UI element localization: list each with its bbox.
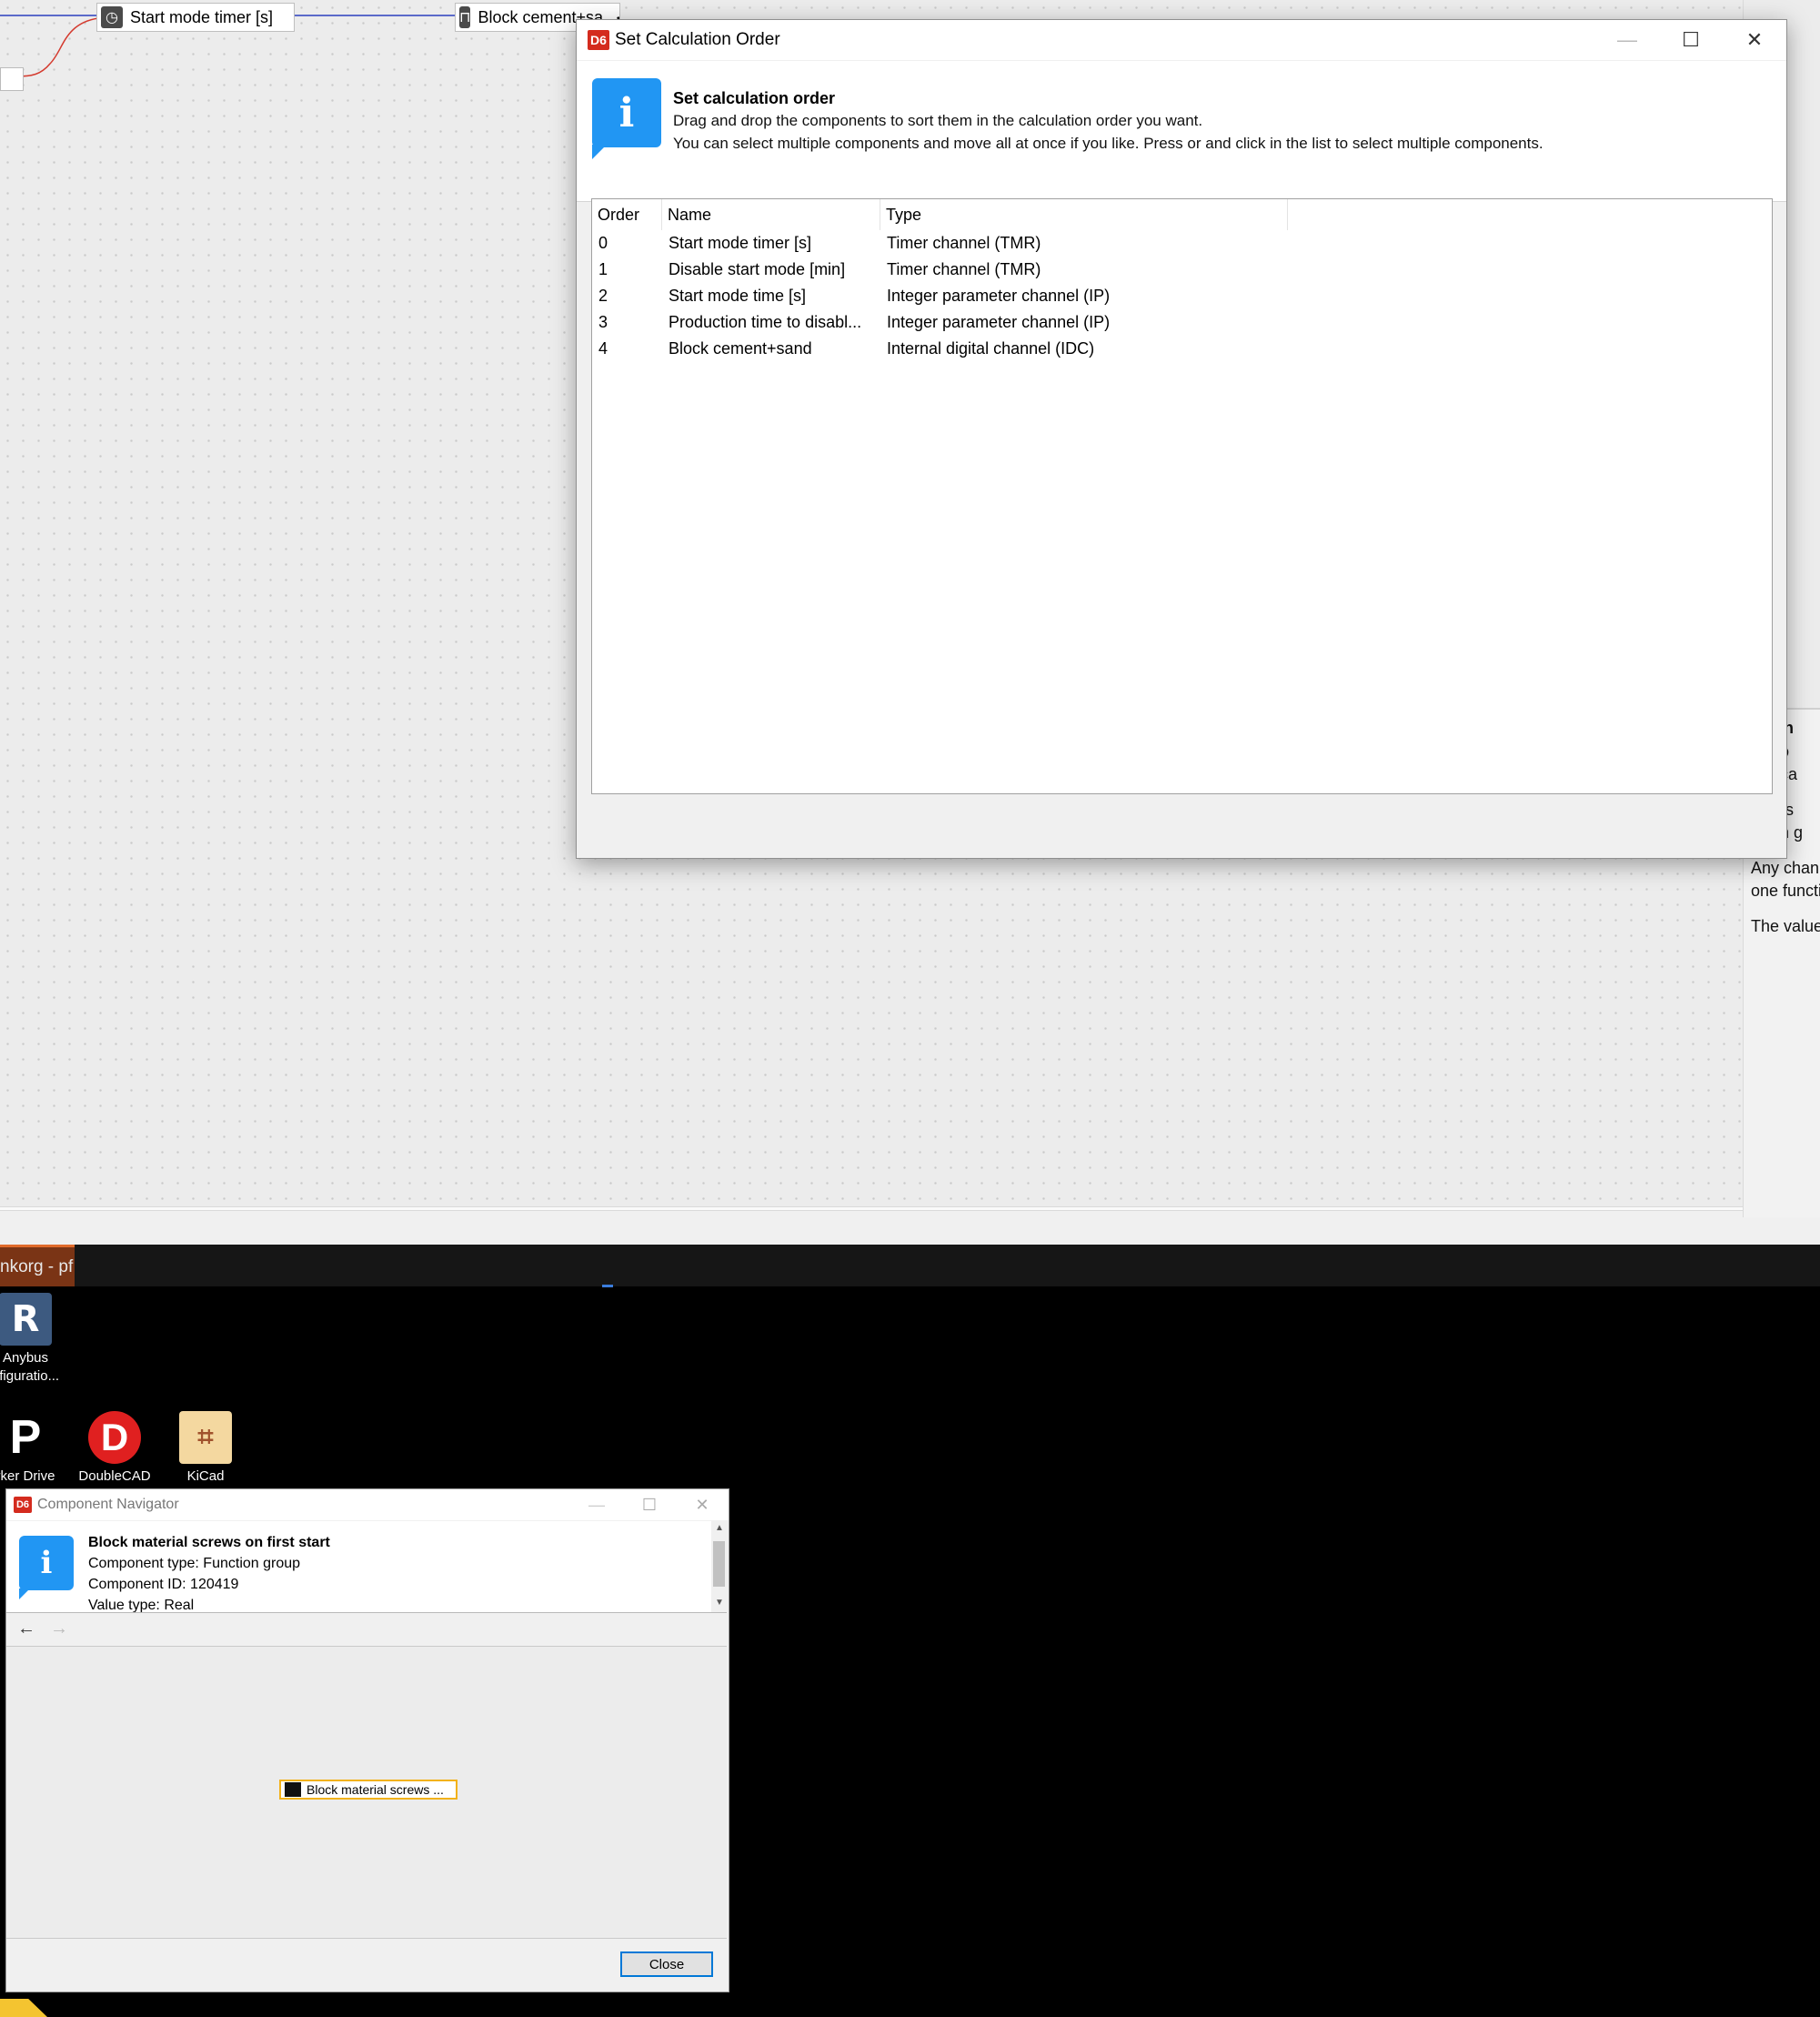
navigator-view[interactable]: Block material screws ... xyxy=(6,1647,727,1939)
component-node[interactable]: Block material screws ... xyxy=(279,1780,458,1800)
digital-signal-icon: ⊓ xyxy=(459,6,471,28)
panel-text: one functi xyxy=(1751,882,1820,900)
panel-text: The value xyxy=(1751,917,1820,935)
cell-name: Disable start mode [min] xyxy=(669,260,846,278)
cell-type: Integer parameter channel (IP) xyxy=(887,313,1111,331)
desktop-icon-label: KiCad xyxy=(186,1468,225,1484)
list-item[interactable]: 4 Block cement+sand Internal digital cha… xyxy=(592,336,1772,362)
anybus-icon: R xyxy=(0,1293,52,1346)
cell-name: Block cement+sand xyxy=(669,339,812,358)
scroll-thumb[interactable] xyxy=(713,1541,725,1587)
scroll-down-icon[interactable]: ▼ xyxy=(715,1598,724,1608)
component-navigator-dialog: D6 Component Navigator — ☐ ✕ i Block mat… xyxy=(5,1488,729,1992)
close-button[interactable]: Close xyxy=(620,1951,713,1977)
list-item[interactable]: 2 Start mode time [s] Integer parameter … xyxy=(592,283,1772,309)
desktop-icon-label: DoubleCAD xyxy=(78,1468,151,1484)
cell-name: Start mode timer [s] xyxy=(669,234,812,252)
navigator-title: Component Navigator xyxy=(37,1497,179,1512)
cell-order: 3 xyxy=(598,313,608,331)
info-bubble-tail xyxy=(592,145,607,159)
maximize-button[interactable]: ☐ xyxy=(1659,20,1723,60)
node-start-mode-timer[interactable]: ◷ Start mode timer [s] xyxy=(96,3,295,32)
cell-type: Internal digital channel (IDC) xyxy=(887,339,1095,358)
partial-node[interactable] xyxy=(0,67,24,91)
node-label: Block material screws ... xyxy=(307,1782,444,1797)
cell-type: Timer channel (TMR) xyxy=(887,260,1041,278)
close-window-button[interactable]: ✕ xyxy=(676,1489,729,1520)
info-icon: i xyxy=(19,1536,74,1590)
column-header-name[interactable]: Name xyxy=(662,199,880,230)
kicad-icon: ⌗ xyxy=(179,1411,232,1464)
navigator-info-header: i Block material screws on first start C… xyxy=(6,1521,727,1613)
component-id: Component ID: 120419 xyxy=(88,1577,239,1592)
cell-name: Start mode time [s] xyxy=(669,287,807,305)
cell-order: 4 xyxy=(598,339,608,358)
dialog-instruction-line-2: You can select multiple components and m… xyxy=(673,135,1543,152)
list-item[interactable]: 0 Start mode timer [s] Timer channel (TM… xyxy=(592,230,1772,257)
back-arrow-icon[interactable]: ← xyxy=(17,1619,35,1639)
info-icon: i xyxy=(592,78,661,147)
set-calculation-order-dialog: D6 Set Calculation Order — ☐ ✕ i Set cal… xyxy=(576,19,1787,859)
dialog-titlebar[interactable]: D6 Set Calculation Order — ☐ ✕ xyxy=(577,20,1786,60)
navigator-toolbar: ← → xyxy=(6,1613,727,1647)
desktop-icon-label: Anybus xyxy=(2,1350,49,1366)
desktop-icon-label: rker Drive xyxy=(0,1468,55,1484)
cell-order: 0 xyxy=(598,234,608,252)
minimize-button[interactable]: — xyxy=(1595,20,1659,60)
component-value-type: Value type: Real xyxy=(88,1598,195,1612)
forward-arrow-icon[interactable]: → xyxy=(50,1619,68,1639)
desktop-icon-anybus[interactable]: R Anybus nfiguratio... xyxy=(0,1293,69,1386)
list-item[interactable]: 3 Production time to disabl... Integer p… xyxy=(592,309,1772,336)
taskbar-indicator xyxy=(602,1285,613,1287)
desktop-icon-kicad[interactable]: ⌗ KiCad xyxy=(162,1411,249,1486)
folder-icon[interactable] xyxy=(0,1999,47,2017)
cell-order: 1 xyxy=(598,260,608,278)
dialog-title: Set Calculation Order xyxy=(615,30,780,49)
calculation-order-list[interactable]: Order Name Type 0 Start mode timer [s] T… xyxy=(591,198,1773,794)
dialog-info-header: i Set calculation order Drag and drop th… xyxy=(577,61,1786,202)
column-header-order[interactable]: Order xyxy=(592,199,662,230)
column-header-type[interactable]: Type xyxy=(880,199,1288,230)
taskbar-active-window[interactable]: nkorg - pf xyxy=(0,1245,75,1286)
list-item[interactable]: 1 Disable start mode [min] Timer channel… xyxy=(592,257,1772,283)
component-type: Component type: Function group xyxy=(88,1556,301,1571)
desktop-icon-doublecad[interactable]: D DoubleCAD xyxy=(71,1411,158,1486)
close-window-button[interactable]: ✕ xyxy=(1723,20,1786,60)
dialog-instruction-line-1: Drag and drop the components to sort the… xyxy=(673,112,1203,129)
cell-type: Timer channel (TMR) xyxy=(887,234,1041,252)
scroll-up-icon[interactable]: ▲ xyxy=(715,1523,724,1533)
stopwatch-icon: ◷ xyxy=(101,6,123,28)
minimize-button[interactable]: — xyxy=(570,1489,623,1520)
parker-drive-icon: P xyxy=(0,1411,52,1464)
d6-app-icon: D6 xyxy=(588,30,609,50)
component-name: Block material screws on first start xyxy=(88,1535,330,1550)
maximize-button[interactable]: ☐ xyxy=(623,1489,676,1520)
d6-app-icon: D6 xyxy=(14,1497,32,1513)
node-label: Start mode timer [s] xyxy=(130,7,274,26)
cell-order: 2 xyxy=(598,287,608,305)
navigator-titlebar[interactable]: D6 Component Navigator — ☐ ✕ xyxy=(6,1489,729,1520)
dialog-heading: Set calculation order xyxy=(673,89,836,107)
desktop-icon-label: nfiguratio... xyxy=(0,1368,60,1384)
taskbar-window-label: nkorg - pf xyxy=(0,1256,74,1276)
cell-type: Integer parameter channel (IP) xyxy=(887,287,1111,305)
taskbar xyxy=(0,1245,1820,1286)
panel-text: Any chann xyxy=(1751,859,1820,877)
info-bubble-tail xyxy=(19,1588,30,1599)
cell-name: Production time to disabl... xyxy=(669,313,862,331)
function-group-icon xyxy=(285,1782,301,1797)
header-scrollbar[interactable]: ▲ ▼ xyxy=(711,1521,727,1612)
desktop-icon-parker-drive[interactable]: P rker Drive xyxy=(0,1411,69,1486)
doublecad-icon: D xyxy=(88,1411,141,1464)
status-bar xyxy=(0,1210,1820,1245)
